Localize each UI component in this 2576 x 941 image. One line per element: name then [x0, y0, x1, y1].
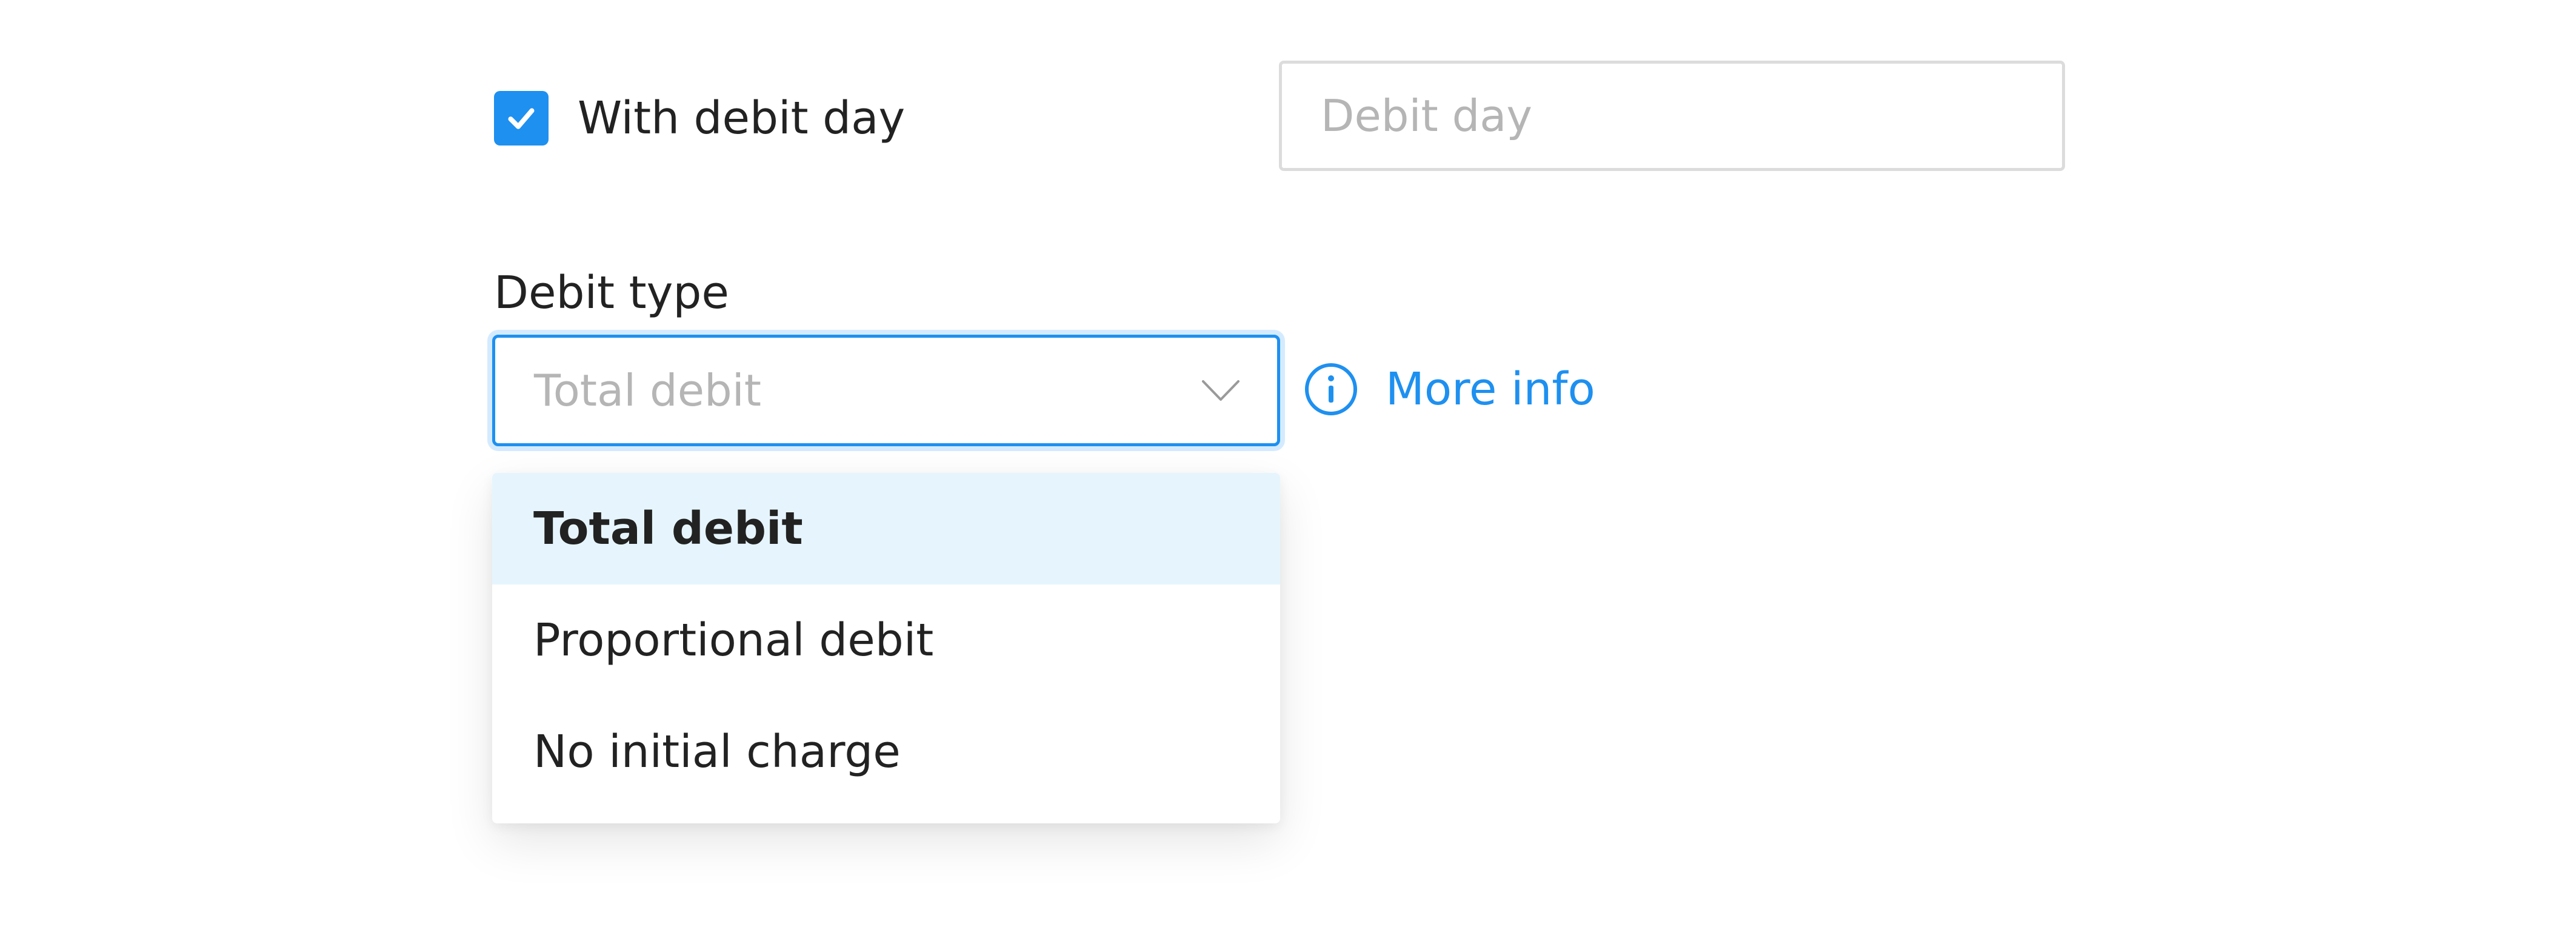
- with-debit-day-checkbox[interactable]: [494, 91, 549, 146]
- debit-day-input[interactable]: [1279, 61, 2065, 171]
- with-debit-day-label[interactable]: With debit day: [578, 92, 905, 144]
- form-page: With debit day Debit type Total debit Mo…: [0, 0, 2576, 941]
- debit-type-label: Debit type: [494, 267, 729, 319]
- info-icon: [1305, 363, 1357, 415]
- more-info-link[interactable]: More info: [1303, 359, 1595, 420]
- chevron-down-icon: [1202, 380, 1240, 401]
- debit-type-select[interactable]: Total debit: [492, 335, 1280, 446]
- more-info-label: More info: [1386, 363, 1595, 415]
- debit-type-selected-value: Total debit: [534, 365, 761, 416]
- debit-type-dropdown: Total debit Proportional debit No initia…: [492, 473, 1280, 823]
- option-total-debit[interactable]: Total debit: [492, 473, 1280, 584]
- check-icon: [508, 108, 535, 129]
- option-proportional-debit[interactable]: Proportional debit: [492, 584, 1280, 696]
- with-debit-day-row: With debit day: [494, 90, 905, 147]
- option-no-initial-charge[interactable]: No initial charge: [492, 696, 1280, 808]
